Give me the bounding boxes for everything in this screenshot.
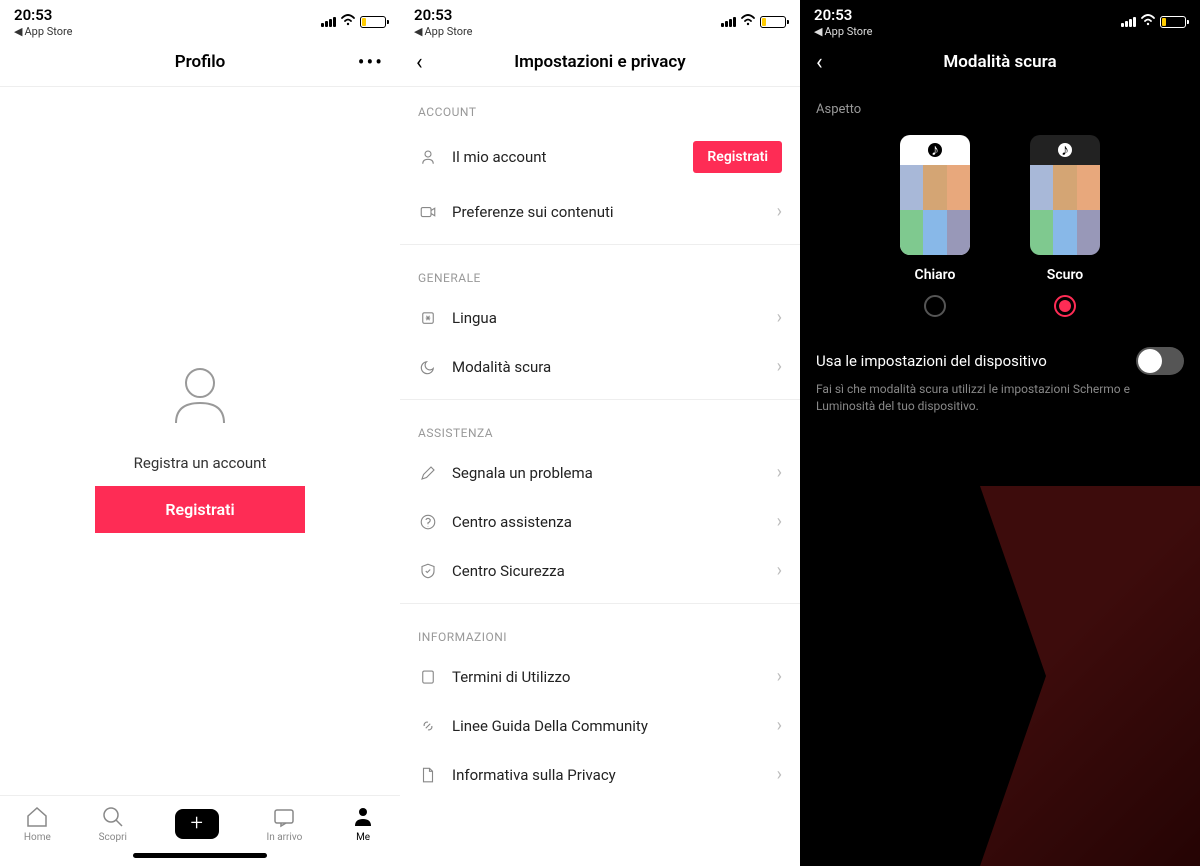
status-time: 20:53 — [14, 6, 72, 24]
row-help-center[interactable]: Centro assistenza › — [400, 497, 800, 546]
toggle-label: Usa le impostazioni del dispositivo — [816, 352, 1047, 370]
settings-screen: 20:53 ◀ App Store ‹ Impostazioni e priva… — [400, 0, 800, 866]
chevron-right-icon: › — [777, 201, 782, 222]
more-icon[interactable]: ••• — [358, 50, 384, 74]
device-settings-toggle-row: Usa le impostazioni del dispositivo — [816, 347, 1184, 375]
signal-icon — [1121, 17, 1136, 27]
nav-header: ‹ Modalità scura — [800, 38, 1200, 86]
plus-icon: + — [175, 809, 219, 839]
back-to-app[interactable]: ◀ App Store — [14, 25, 72, 38]
divider — [400, 603, 800, 604]
page-title: Profilo — [175, 52, 226, 72]
video-icon — [418, 202, 438, 222]
link-icon — [418, 716, 438, 736]
signal-icon — [721, 17, 736, 27]
chevron-right-icon: › — [777, 307, 782, 328]
chevron-right-icon: › — [777, 462, 782, 483]
status-bar: 20:53 ◀ App Store — [0, 0, 400, 38]
back-icon[interactable]: ‹ — [416, 50, 423, 75]
home-icon — [24, 804, 50, 830]
row-content-preferences[interactable]: Preferenze sui contenuti › — [400, 187, 800, 236]
back-icon[interactable]: ‹ — [816, 50, 823, 75]
status-time: 20:53 — [414, 6, 472, 24]
profile-body: Registra un account Registrati — [0, 87, 400, 795]
aspect-label: Aspetto — [816, 102, 1184, 117]
person-icon — [418, 147, 438, 167]
back-to-app[interactable]: ◀ App Store — [814, 25, 872, 38]
row-safety-center[interactable]: Centro Sicurezza › — [400, 546, 800, 595]
home-indicator — [133, 853, 267, 858]
book-icon — [418, 667, 438, 687]
back-to-app[interactable]: ◀ App Store — [414, 25, 472, 38]
chevron-right-icon: › — [777, 666, 782, 687]
row-my-account[interactable]: Il mio account Registrati — [400, 127, 800, 187]
device-settings-toggle[interactable] — [1136, 347, 1184, 375]
signal-icon — [321, 17, 336, 27]
help-icon — [418, 512, 438, 532]
light-preview-icon: ♪ — [900, 135, 970, 255]
section-account: ACCOUNT — [400, 87, 800, 127]
nav-header: Profilo ••• — [0, 38, 400, 87]
person-icon — [350, 804, 376, 830]
row-privacy-policy[interactable]: Informativa sulla Privacy › — [400, 750, 800, 799]
status-time: 20:53 — [814, 6, 872, 24]
chevron-right-icon: › — [777, 715, 782, 736]
row-community-guidelines[interactable]: Linee Guida Della Community › — [400, 701, 800, 750]
register-button[interactable]: Registrati — [95, 486, 304, 533]
battery-icon — [1160, 16, 1186, 28]
register-prompt: Registra un account — [134, 454, 267, 472]
language-icon — [418, 308, 438, 328]
status-bar: 20:53 ◀ App Store — [400, 0, 800, 38]
radio-light[interactable] — [924, 295, 946, 317]
profile-screen: 20:53 ◀ App Store Profilo ••• Registra u… — [0, 0, 400, 866]
battery-icon — [360, 16, 386, 28]
chevron-right-icon: › — [777, 764, 782, 785]
register-badge-button[interactable]: Registrati — [693, 141, 782, 173]
pencil-icon — [418, 463, 438, 483]
nav-discover[interactable]: Scopri — [99, 804, 127, 843]
avatar-placeholder-icon — [155, 350, 245, 440]
section-general: GENERALE — [400, 253, 800, 293]
row-report-problem[interactable]: Segnala un problema › — [400, 448, 800, 497]
watermark-icon — [980, 486, 1200, 866]
search-icon — [100, 804, 126, 830]
chevron-right-icon: › — [777, 560, 782, 581]
bottom-nav: Home Scopri + In arrivo Me — [0, 795, 400, 847]
nav-inbox[interactable]: In arrivo — [266, 804, 302, 843]
row-language[interactable]: Lingua › — [400, 293, 800, 342]
moon-icon — [418, 357, 438, 377]
settings-body[interactable]: ACCOUNT Il mio account Registrati Prefer… — [400, 87, 800, 866]
chevron-right-icon: › — [777, 511, 782, 532]
divider — [400, 399, 800, 400]
page-title: Modalità scura — [943, 52, 1056, 72]
inbox-icon — [271, 804, 297, 830]
nav-header: ‹ Impostazioni e privacy — [400, 38, 800, 87]
nav-home[interactable]: Home — [24, 804, 51, 843]
toggle-description: Fai sì che modalità scura utilizzi le im… — [816, 381, 1184, 415]
radio-dark[interactable] — [1054, 295, 1076, 317]
wifi-icon — [740, 14, 756, 30]
shield-icon — [418, 561, 438, 581]
nav-me[interactable]: Me — [350, 804, 376, 843]
document-icon — [418, 765, 438, 785]
status-bar: 20:53 ◀ App Store — [800, 0, 1200, 38]
section-info: INFORMAZIONI — [400, 612, 800, 652]
section-assistance: ASSISTENZA — [400, 408, 800, 448]
wifi-icon — [1140, 14, 1156, 30]
chevron-right-icon: › — [777, 356, 782, 377]
battery-icon — [760, 16, 786, 28]
dark-preview-icon: ♪ — [1030, 135, 1100, 255]
nav-create[interactable]: + — [175, 809, 219, 839]
theme-option-dark[interactable]: ♪ Scuro — [1030, 135, 1100, 317]
theme-option-light[interactable]: ♪ Chiaro — [900, 135, 970, 317]
dark-mode-screen: 20:53 ◀ App Store ‹ Modalità scura Aspet… — [800, 0, 1200, 866]
theme-options: ♪ Chiaro ♪ Scuro — [816, 135, 1184, 317]
divider — [400, 244, 800, 245]
row-dark-mode[interactable]: Modalità scura › — [400, 342, 800, 391]
wifi-icon — [340, 14, 356, 30]
page-title: Impostazioni e privacy — [514, 52, 686, 72]
row-terms[interactable]: Termini di Utilizzo › — [400, 652, 800, 701]
